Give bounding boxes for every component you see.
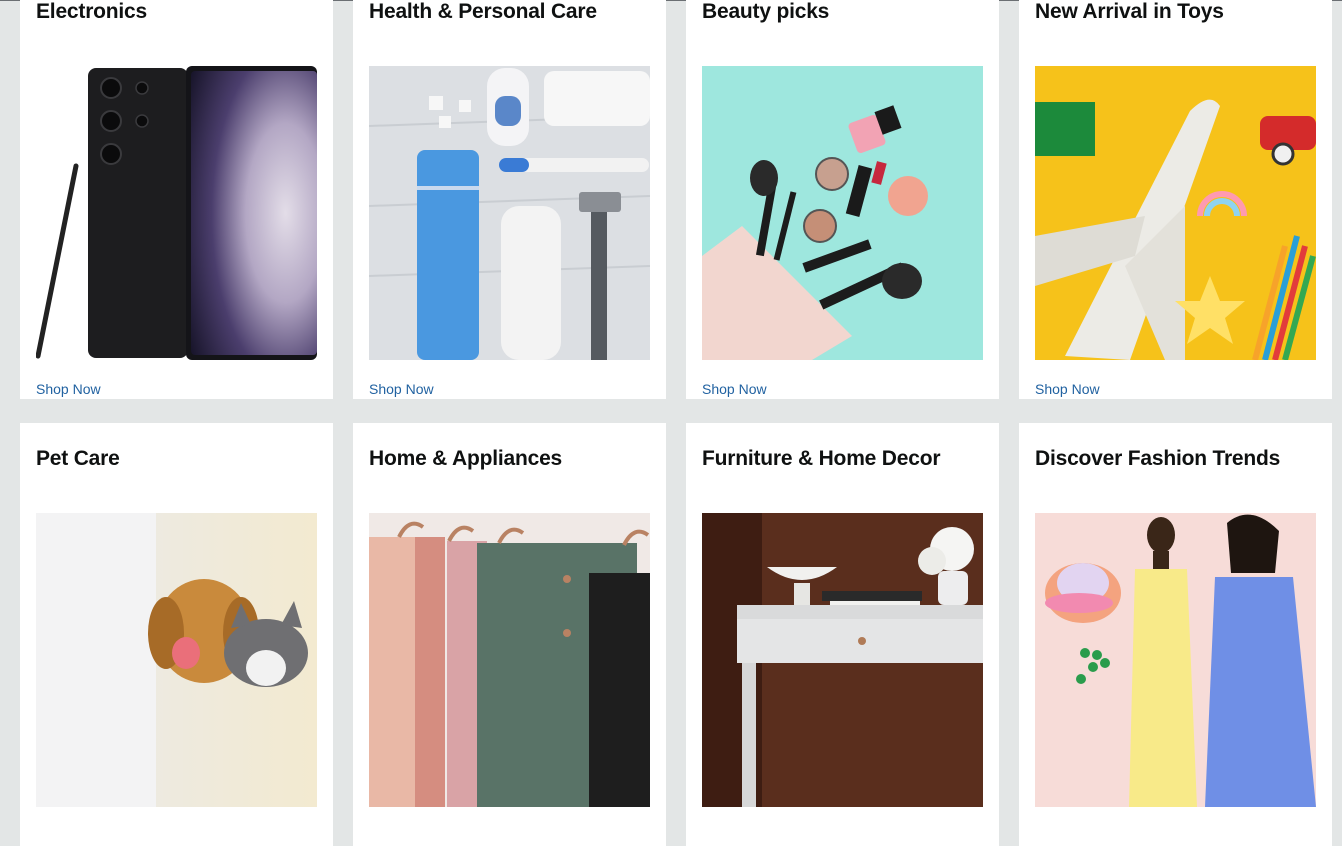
card-title: Beauty picks	[702, 0, 830, 23]
category-card-fashion: Discover Fashion Trends	[1019, 423, 1332, 846]
category-card-electronics: Electronics Shop Now	[20, 0, 333, 399]
shop-now-link[interactable]: Shop Now	[369, 381, 434, 397]
card-title: Furniture & Home Decor	[702, 447, 941, 470]
shop-now-link[interactable]: Shop Now	[36, 381, 101, 397]
category-card-beauty-picks: Beauty picks Shop Now	[686, 0, 999, 399]
card-title: Discover Fashion Trends	[1035, 447, 1281, 470]
category-card-toys: New Arrival in Toys Shop Now	[1019, 0, 1332, 399]
fashion-models-image[interactable]	[1035, 513, 1316, 807]
category-card-pet-care: Pet Care	[20, 423, 333, 846]
card-title: Health & Personal Care	[369, 0, 597, 23]
makeup-products-image[interactable]	[702, 66, 983, 360]
console-table-image[interactable]	[702, 513, 983, 807]
toys-image[interactable]	[1035, 66, 1316, 360]
shop-now-link[interactable]: Shop Now	[1035, 381, 1100, 397]
category-card-grid: Electronics Shop Now Health & Personal C…	[20, 0, 1333, 846]
card-title: Pet Care	[36, 447, 120, 470]
towels-on-rack-image[interactable]	[369, 513, 650, 807]
smartphone-image[interactable]	[36, 66, 317, 360]
category-card-furniture-decor: Furniture & Home Decor	[686, 423, 999, 846]
card-title: Electronics	[36, 0, 148, 23]
card-title: Home & Appliances	[369, 447, 563, 470]
shop-now-link[interactable]: Shop Now	[702, 381, 767, 397]
category-card-health-personal-care: Health & Personal Care Shop Now	[353, 0, 666, 399]
card-title: New Arrival in Toys	[1035, 0, 1224, 23]
dog-and-cat-image[interactable]	[36, 513, 317, 807]
personal-care-products-image[interactable]	[369, 66, 650, 360]
category-card-home-appliances: Home & Appliances	[353, 423, 666, 846]
